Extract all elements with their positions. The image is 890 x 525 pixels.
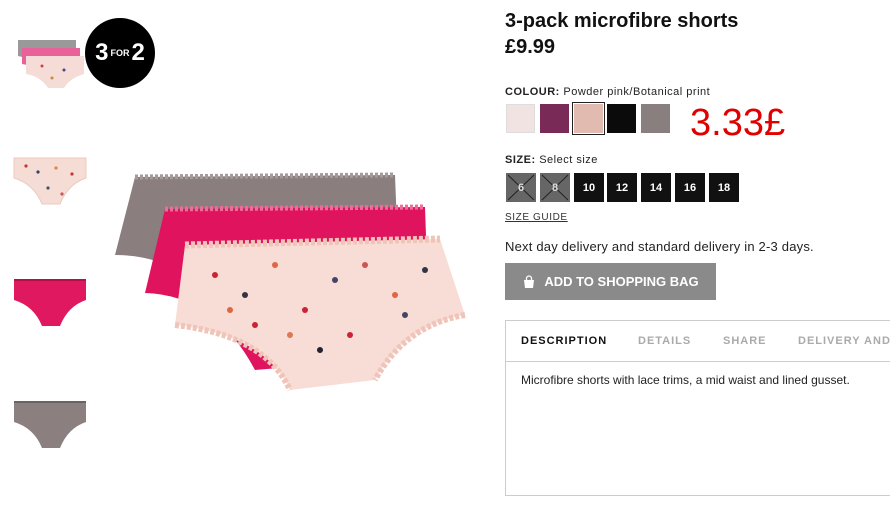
size-option-18[interactable]: 18 [709, 173, 739, 202]
description-text: Microfibre shorts with lace trims, a mid… [521, 373, 850, 387]
size-option-10[interactable]: 10 [574, 173, 604, 202]
thumbnail-pink[interactable] [12, 276, 88, 330]
product-info-tabs: DESCRIPTION DETAILS SHARE DELIVERY AND M… [505, 320, 890, 496]
size-option-label: 6 [517, 181, 525, 194]
product-main-image [105, 165, 475, 395]
swatch-plum[interactable] [540, 104, 569, 133]
badge-for-text: FOR [110, 48, 130, 58]
size-option-label: 18 [717, 181, 731, 194]
delivery-info: Next day delivery and standard delivery … [505, 239, 814, 254]
colour-row-label: COLOUR: Powder pink/Botanical print [505, 86, 710, 98]
size-option-label: 10 [582, 181, 596, 194]
size-option-label: 12 [615, 181, 629, 194]
size-value: Select size [539, 154, 598, 166]
tab-delivery[interactable]: DELIVERY AND [798, 335, 890, 347]
add-to-bag-button[interactable]: ADD TO SHOPPING BAG [505, 263, 716, 300]
colour-label: COLOUR: [505, 86, 560, 98]
tab-share[interactable]: SHARE [723, 335, 767, 347]
swatch-light-pink[interactable] [506, 104, 535, 133]
thumbnail-grey[interactable] [12, 398, 88, 452]
badge-number-left: 3 [95, 39, 109, 66]
price-annotation: 3.33£ [690, 102, 786, 144]
swatch-black[interactable] [607, 104, 636, 133]
size-option-8[interactable]: 8 [540, 173, 570, 202]
badge-number-right: 2 [131, 39, 145, 66]
size-option-label: 16 [683, 181, 697, 194]
size-option-label: 8 [551, 181, 559, 194]
product-title: 3-pack microfibre shorts [505, 10, 739, 32]
size-label: SIZE: [505, 154, 536, 166]
product-price: £9.99 [505, 36, 556, 58]
tab-description[interactable]: DESCRIPTION [521, 335, 607, 347]
three-for-two-badge: 3 FOR 2 [85, 18, 155, 88]
tab-divider [506, 361, 890, 362]
size-row-label: SIZE: Select size [505, 154, 598, 166]
size-option-12[interactable]: 12 [607, 173, 637, 202]
add-to-bag-label: ADD TO SHOPPING BAG [544, 274, 699, 289]
thumbnail-floral[interactable] [12, 154, 88, 208]
size-option-6[interactable]: 6 [506, 173, 536, 202]
size-option-label: 14 [649, 181, 663, 194]
size-option-16[interactable]: 16 [675, 173, 705, 202]
size-guide-link[interactable]: SIZE GUIDE [505, 212, 568, 223]
bag-icon [524, 274, 535, 288]
swatch-powder-pink-botanical[interactable] [572, 102, 605, 135]
size-option-14[interactable]: 14 [641, 173, 671, 202]
swatch-taupe[interactable] [641, 104, 670, 133]
colour-value: Powder pink/Botanical print [563, 86, 711, 98]
tab-details[interactable]: DETAILS [638, 335, 691, 347]
thumbnail-three-pack[interactable] [12, 38, 88, 92]
